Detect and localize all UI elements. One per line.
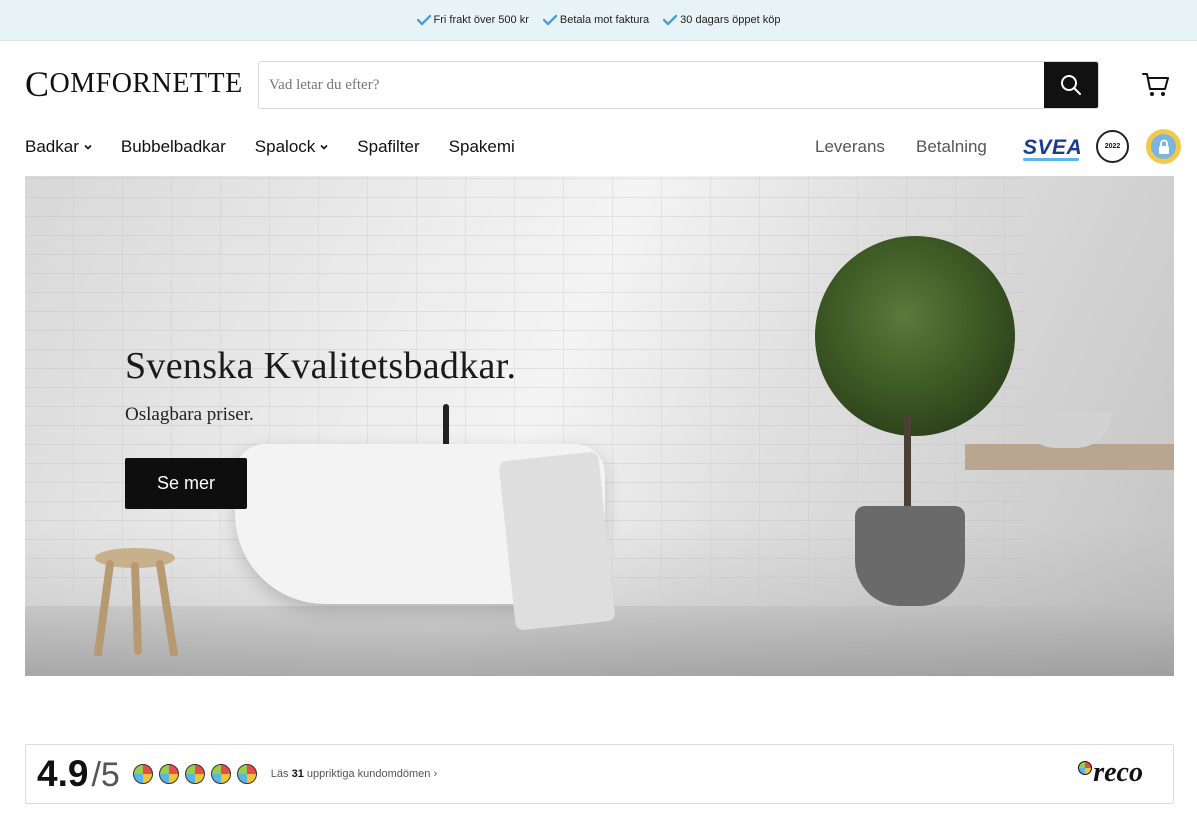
reco-star-icon xyxy=(184,764,205,784)
chevron-down-icon xyxy=(320,144,328,150)
reco-logo-dot-icon xyxy=(1078,761,1093,775)
site-logo[interactable]: C OMFORNETTE xyxy=(25,64,243,104)
svea-logo[interactable]: SVEA xyxy=(1023,136,1083,161)
hero-stool xyxy=(94,548,178,656)
hero-cta-button[interactable]: Se mer xyxy=(125,458,247,509)
usp-label: Betala mot faktura xyxy=(559,14,650,26)
usp-label: Fri frakt över 500 kr xyxy=(433,14,529,26)
reco-reviews-widget[interactable]: 4.9 /5 Läs 31 uppriktiga kundomdömen › r… xyxy=(25,744,1174,804)
reviews-suffix: uppriktiga kundomdömen › xyxy=(303,768,438,780)
lock-icon xyxy=(1158,139,1169,154)
nav-item-spakemi[interactable]: Spakemi xyxy=(449,137,515,157)
nav-item-spalock[interactable]: Spalock xyxy=(255,137,328,157)
check-icon xyxy=(663,14,678,26)
main-nav: Badkar Bubbelbadkar Spalock Spafilter Sp… xyxy=(25,132,544,162)
reco-star-icon xyxy=(236,764,257,784)
nav-item-spafilter[interactable]: Spafilter xyxy=(357,137,419,157)
logo-rest: OMFORNETTE xyxy=(49,68,243,99)
hero-tree-trunk xyxy=(904,416,911,511)
hero-title: Svenska Kvalitetsbadkar. xyxy=(125,345,517,387)
reco-logo[interactable]: reco xyxy=(1078,757,1143,789)
check-icon xyxy=(542,14,557,26)
nav-item-bubbelbadkar[interactable]: Bubbelbadkar xyxy=(121,137,226,157)
nav-label: Spakemi xyxy=(448,137,515,156)
reco-star-icon xyxy=(132,764,153,784)
rating-max: /5 xyxy=(91,756,120,794)
usp-label: 30 dagars öppet köp xyxy=(680,14,781,26)
badge-year: 2022 xyxy=(1104,143,1121,150)
search-button[interactable] xyxy=(1044,62,1098,108)
check-icon xyxy=(416,14,431,26)
announcement-bar: Fri frakt över 500 kr Betala mot faktura… xyxy=(0,0,1197,41)
search-input[interactable] xyxy=(259,62,1044,108)
cart-button[interactable] xyxy=(1142,71,1170,99)
logo-initial: C xyxy=(25,64,50,104)
rating-value: 4.9 xyxy=(37,753,89,794)
nav-link-label: Betalning xyxy=(916,137,987,156)
hero-plant-pot xyxy=(855,506,965,606)
search-icon xyxy=(1061,75,1081,95)
hero-subtitle: Oslagbara priser. xyxy=(125,404,254,425)
nav-label: Badkar xyxy=(25,137,79,156)
nav-item-badkar[interactable]: Badkar xyxy=(25,137,92,157)
hero-sink xyxy=(1020,412,1112,448)
usp-free-shipping: Fri frakt över 500 kr xyxy=(416,14,529,26)
rating-stars xyxy=(132,764,257,784)
rating-score: 4.9 /5 xyxy=(37,753,120,795)
reviews-prefix: Läs xyxy=(270,768,292,780)
hero-tree xyxy=(815,236,1015,436)
reviews-count: 31 xyxy=(291,768,304,780)
usp-invoice: Betala mot faktura xyxy=(542,14,650,26)
svea-swoosh xyxy=(1023,158,1079,161)
certification-badge[interactable]: 2022 xyxy=(1096,130,1129,163)
trygg-e-handel-badge[interactable] xyxy=(1146,129,1181,164)
nav-link-leverans[interactable]: Leverans xyxy=(815,132,885,162)
search-bar xyxy=(258,61,1099,109)
cart-icon xyxy=(1142,73,1169,96)
reco-logo-text: reco xyxy=(1093,757,1143,788)
hero-towel xyxy=(498,451,616,631)
reco-star-icon xyxy=(210,764,231,784)
reco-star-icon xyxy=(158,764,179,784)
nav-link-label: Leverans xyxy=(815,137,885,156)
nav-link-betalning[interactable]: Betalning xyxy=(916,132,987,162)
trygg-badge-inner xyxy=(1151,134,1176,159)
nav-label: Spafilter xyxy=(357,137,420,156)
nav-label: Spalock xyxy=(254,137,316,156)
svea-logo-text: SVEA xyxy=(1023,136,1083,159)
reviews-link[interactable]: Läs 31 uppriktiga kundomdömen › xyxy=(271,768,437,780)
hero-banner: Svenska Kvalitetsbadkar. Oslagbara prise… xyxy=(25,176,1174,676)
nav-label: Bubbelbadkar xyxy=(120,137,226,156)
usp-open-purchase: 30 dagars öppet köp xyxy=(663,14,780,26)
chevron-down-icon xyxy=(84,144,92,150)
